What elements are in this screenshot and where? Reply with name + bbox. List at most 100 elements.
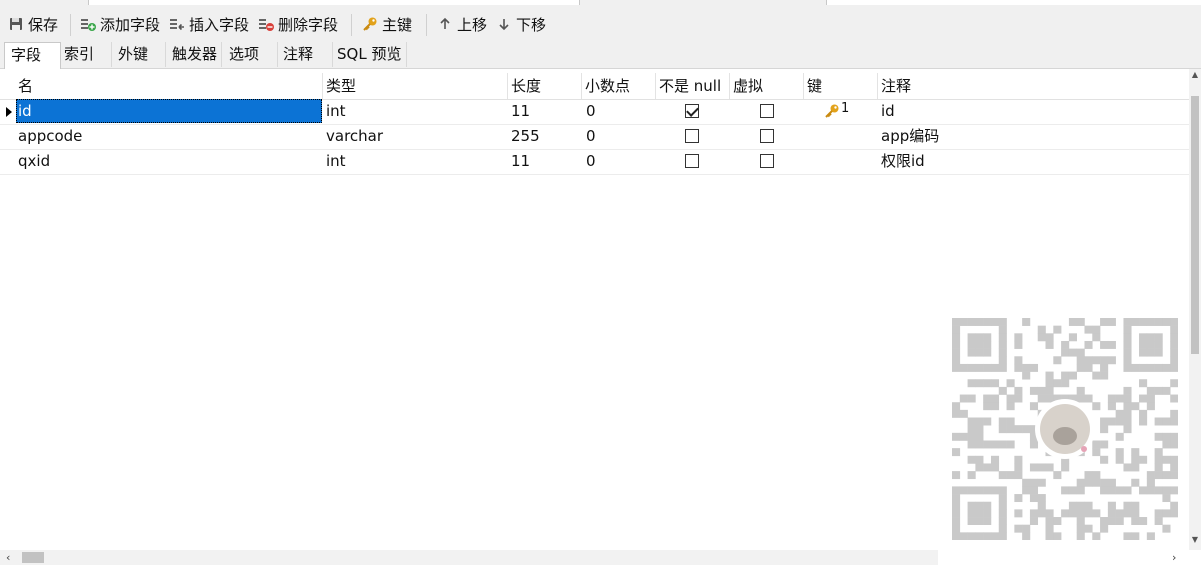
qr-module <box>1100 340 1109 349</box>
qr-module <box>967 363 976 372</box>
qr-module <box>967 509 976 518</box>
vertical-scroll-thumb[interactable] <box>1191 96 1199 354</box>
virtual-checkbox[interactable] <box>760 154 774 168</box>
qr-module <box>1068 318 1077 326</box>
qr-module <box>967 432 976 441</box>
qr-module <box>998 325 1007 334</box>
column-header-length[interactable]: 长度 <box>511 76 541 96</box>
qr-module <box>1014 394 1023 403</box>
qr-module <box>1154 348 1163 357</box>
field-name-cell[interactable]: id <box>16 99 322 123</box>
column-divider[interactable] <box>581 73 582 99</box>
horizontal-scroll-thumb[interactable] <box>22 552 44 563</box>
scroll-down-arrow[interactable]: ▼ <box>1189 534 1201 546</box>
scroll-right-arrow[interactable]: › <box>1172 551 1176 564</box>
not-null-checkbox[interactable] <box>685 129 699 143</box>
qr-module <box>983 501 992 510</box>
column-divider[interactable] <box>322 73 323 99</box>
qr-module <box>1006 417 1015 426</box>
qr-module <box>1162 386 1171 395</box>
field-comment-cell[interactable]: id <box>881 99 895 123</box>
qr-module <box>1131 478 1140 487</box>
column-header-decimals[interactable]: 小数点 <box>585 76 630 96</box>
primary-key-button[interactable]: 主键 <box>362 12 412 36</box>
delete-field-button[interactable]: 删除字段 <box>258 12 338 36</box>
table-row[interactable]: appcode varchar 255 0 app编码 <box>0 124 1189 150</box>
save-button[interactable]: 保存 <box>8 12 58 36</box>
scroll-left-arrow[interactable]: ‹ <box>6 551 10 564</box>
field-subtabs: 字段 索引 外键 触发器 选项 注释 SQL 预览 <box>0 42 1201 69</box>
field-comment-cell[interactable]: app编码 <box>881 124 939 148</box>
document-tab-edge[interactable] <box>826 0 1201 5</box>
qr-module <box>1076 363 1085 372</box>
qr-module <box>1037 333 1046 342</box>
qr-module <box>952 509 961 518</box>
column-divider[interactable] <box>729 73 730 99</box>
qr-module <box>1084 363 1093 372</box>
column-divider[interactable] <box>803 73 804 99</box>
tab-indexes[interactable]: 索引 <box>58 42 112 67</box>
qr-module <box>990 486 1000 495</box>
scroll-up-arrow[interactable]: ▲ <box>1189 69 1201 81</box>
field-type-cell[interactable]: int <box>326 99 346 123</box>
qr-module <box>1076 517 1085 525</box>
qr-module <box>1100 417 1109 426</box>
column-header-not-null[interactable]: 不是 null <box>659 76 721 96</box>
not-null-checkbox[interactable] <box>685 104 699 118</box>
field-length-cell[interactable]: 11 <box>511 149 530 173</box>
qr-module <box>1162 509 1171 518</box>
add-field-button[interactable]: 添加字段 <box>80 12 160 36</box>
column-header-name[interactable]: 名 <box>18 76 33 96</box>
horizontal-scrollbar[interactable]: ‹ › <box>0 550 1189 565</box>
field-name-cell[interactable]: appcode <box>18 124 82 148</box>
move-up-button[interactable]: 上移 <box>437 12 487 36</box>
not-null-checkbox[interactable] <box>685 154 699 168</box>
move-down-button[interactable]: 下移 <box>496 12 546 36</box>
field-length-cell[interactable]: 255 <box>511 124 540 148</box>
virtual-checkbox[interactable] <box>760 129 774 143</box>
vertical-scrollbar[interactable]: ▲ ▼ <box>1189 69 1201 550</box>
qr-module <box>1123 509 1132 518</box>
tab-foreign-keys[interactable]: 外键 <box>112 42 166 67</box>
field-comment-cell[interactable]: 权限id <box>881 149 925 173</box>
qr-module <box>1014 463 1023 472</box>
key-icon <box>362 16 378 32</box>
qr-module <box>1162 524 1171 533</box>
qr-module <box>1045 371 1054 380</box>
tab-sql-preview[interactable]: SQL 预览 <box>331 42 407 67</box>
qr-module <box>1146 478 1155 487</box>
table-row[interactable]: id int 11 0 1 id <box>0 99 1189 125</box>
insert-field-button[interactable]: 插入字段 <box>169 12 249 36</box>
tab-triggers[interactable]: 触发器 <box>166 42 222 67</box>
field-length-cell[interactable]: 11 <box>511 99 530 123</box>
qr-module <box>1029 440 1039 449</box>
document-tab-edge[interactable] <box>88 0 580 5</box>
tab-fields[interactable]: 字段 <box>4 42 61 69</box>
column-header-virtual[interactable]: 虚拟 <box>733 76 763 96</box>
virtual-checkbox[interactable] <box>760 104 774 118</box>
qr-module <box>1068 509 1077 518</box>
column-divider[interactable] <box>655 73 656 99</box>
column-divider[interactable] <box>877 73 878 99</box>
field-name-cell[interactable]: qxid <box>18 149 50 173</box>
column-header-comment[interactable]: 注释 <box>881 76 911 96</box>
qr-module <box>998 440 1007 449</box>
qr-module <box>1045 340 1054 349</box>
tab-options[interactable]: 选项 <box>223 42 278 67</box>
qr-module <box>998 501 1007 510</box>
field-type-cell[interactable]: varchar <box>326 124 383 148</box>
qr-logo-tongue <box>1081 446 1087 452</box>
column-header-type[interactable]: 类型 <box>326 76 356 96</box>
qr-module <box>1146 363 1155 372</box>
field-decimals-cell[interactable]: 0 <box>586 149 596 173</box>
field-decimals-cell[interactable]: 0 <box>586 124 596 148</box>
field-decimals-cell[interactable]: 0 <box>586 99 596 123</box>
qr-module <box>1162 432 1171 441</box>
key-cell[interactable]: 1 <box>824 99 849 123</box>
column-divider[interactable] <box>507 73 508 99</box>
tab-comment[interactable]: 注释 <box>277 42 333 67</box>
column-header-key[interactable]: 键 <box>807 76 822 96</box>
table-row[interactable]: qxid int 11 0 权限id <box>0 149 1189 175</box>
qr-module <box>1092 371 1101 380</box>
field-type-cell[interactable]: int <box>326 149 346 173</box>
